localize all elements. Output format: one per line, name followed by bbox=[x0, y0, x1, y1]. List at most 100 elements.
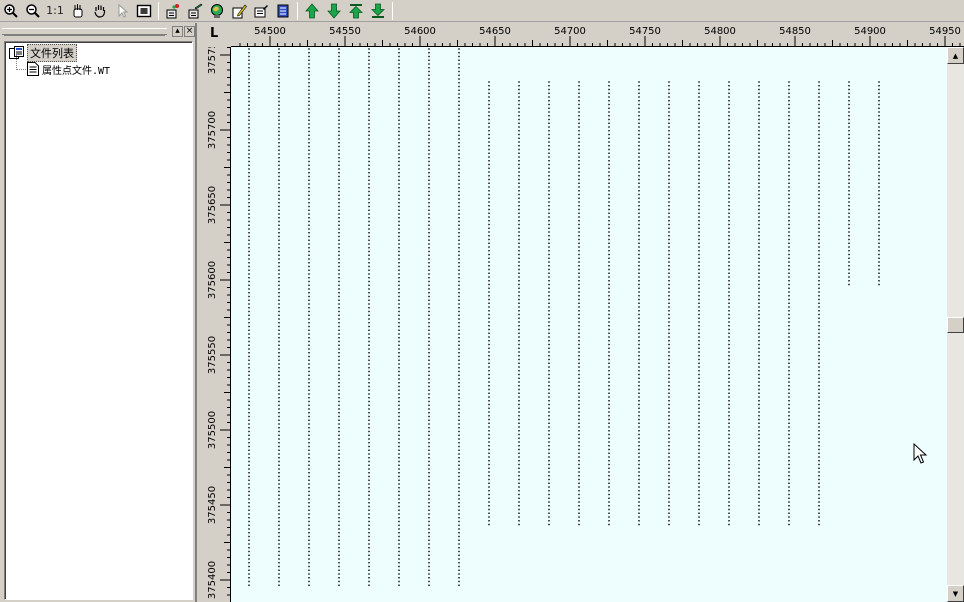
survey-point bbox=[578, 486, 580, 488]
globe-icon[interactable] bbox=[206, 1, 227, 21]
ruler-corner[interactable]: L bbox=[199, 23, 231, 47]
survey-point bbox=[428, 261, 430, 264]
survey-point bbox=[248, 141, 250, 144]
survey-point bbox=[578, 167, 580, 170]
vertical-scrollbar[interactable]: ▲ ▼ bbox=[947, 47, 964, 602]
survey-point bbox=[638, 324, 640, 327]
survey-point bbox=[518, 392, 520, 395]
pane-grip[interactable] bbox=[2, 28, 167, 35]
pane-dock-button[interactable]: ▴ bbox=[172, 26, 183, 37]
hand-pan-icon[interactable] bbox=[89, 1, 110, 21]
arrow-bottom-icon[interactable] bbox=[367, 1, 388, 21]
survey-point bbox=[578, 272, 580, 275]
survey-point bbox=[338, 501, 340, 504]
map-canvas[interactable] bbox=[231, 47, 947, 602]
select-arrow-icon[interactable] bbox=[111, 1, 132, 21]
survey-point bbox=[398, 374, 400, 377]
survey-point bbox=[698, 152, 700, 155]
survey-point bbox=[878, 84, 880, 87]
survey-point bbox=[518, 171, 520, 173]
survey-point bbox=[458, 366, 460, 369]
tree-item-file[interactable]: 属性点文件.WT bbox=[16, 53, 188, 77]
survey-point bbox=[248, 96, 250, 99]
survey-point bbox=[338, 419, 340, 422]
pane-close-button[interactable]: × bbox=[184, 26, 195, 37]
survey-point bbox=[338, 565, 340, 568]
survey-point bbox=[848, 272, 850, 275]
arrow-down-icon[interactable] bbox=[323, 1, 344, 21]
survey-point bbox=[248, 501, 250, 504]
survey-point bbox=[308, 524, 310, 527]
scroll-down-button[interactable]: ▼ bbox=[947, 585, 964, 602]
survey-point bbox=[818, 489, 820, 492]
survey-point bbox=[278, 336, 280, 339]
edit-attributes-icon[interactable] bbox=[184, 1, 205, 21]
survey-point bbox=[398, 445, 400, 448]
survey-point bbox=[278, 209, 280, 212]
survey-point bbox=[578, 249, 580, 252]
full-extent-icon[interactable] bbox=[133, 1, 154, 21]
survey-point bbox=[248, 310, 250, 313]
survey-point bbox=[278, 168, 280, 170]
grab-icon[interactable] bbox=[67, 1, 88, 21]
survey-point bbox=[368, 385, 370, 388]
survey-point bbox=[398, 479, 400, 482]
survey-point bbox=[518, 366, 520, 368]
survey-point bbox=[458, 291, 460, 294]
survey-point bbox=[368, 284, 370, 287]
survey-point bbox=[788, 242, 790, 245]
survey-point bbox=[548, 234, 550, 237]
zoom-out-icon[interactable] bbox=[22, 1, 43, 21]
tree-root[interactable]: 文件列表 bbox=[9, 44, 188, 62]
survey-point bbox=[728, 433, 730, 436]
arrow-top-icon[interactable] bbox=[345, 1, 366, 21]
scroll-thumb[interactable] bbox=[947, 317, 964, 333]
survey-point bbox=[578, 133, 580, 136]
zoom-in-icon[interactable] bbox=[0, 1, 21, 21]
survey-point bbox=[278, 276, 280, 279]
survey-point bbox=[818, 501, 820, 503]
edit-record-icon[interactable] bbox=[250, 1, 271, 21]
survey-point bbox=[278, 213, 280, 215]
survey-point bbox=[788, 358, 790, 361]
survey-point bbox=[308, 310, 310, 313]
actual-size-button[interactable]: 1:1 bbox=[44, 1, 66, 21]
survey-point bbox=[668, 437, 670, 440]
survey-point bbox=[878, 261, 880, 263]
survey-point bbox=[398, 243, 400, 245]
survey-point bbox=[608, 279, 610, 282]
survey-point bbox=[278, 505, 280, 508]
survey-point bbox=[398, 385, 400, 388]
survey-point bbox=[398, 460, 400, 463]
scroll-up-button[interactable]: ▲ bbox=[947, 47, 964, 64]
survey-point bbox=[548, 414, 550, 417]
survey-point bbox=[638, 452, 640, 455]
survey-point bbox=[398, 554, 400, 557]
survey-point bbox=[638, 182, 640, 185]
survey-point bbox=[668, 193, 670, 196]
survey-point bbox=[848, 208, 850, 211]
survey-point bbox=[818, 347, 820, 350]
edit-points-icon[interactable] bbox=[162, 1, 183, 21]
survey-point bbox=[608, 377, 610, 380]
database-icon[interactable] bbox=[272, 1, 293, 21]
survey-point bbox=[488, 418, 490, 421]
survey-point bbox=[338, 96, 340, 99]
survey-point bbox=[608, 444, 610, 447]
survey-point bbox=[278, 580, 280, 583]
survey-point bbox=[248, 284, 250, 287]
survey-point bbox=[848, 186, 850, 188]
arrow-up-icon[interactable] bbox=[301, 1, 322, 21]
survey-point bbox=[458, 74, 460, 77]
pencil-edit-icon[interactable] bbox=[228, 1, 249, 21]
survey-point bbox=[398, 423, 400, 425]
survey-point bbox=[638, 261, 640, 263]
survey-point bbox=[428, 156, 430, 159]
survey-point bbox=[818, 178, 820, 181]
survey-point bbox=[308, 254, 310, 257]
survey-point bbox=[368, 205, 370, 208]
survey-point bbox=[518, 347, 520, 350]
survey-point bbox=[518, 126, 520, 128]
survey-point bbox=[368, 408, 370, 410]
survey-point bbox=[668, 452, 670, 455]
